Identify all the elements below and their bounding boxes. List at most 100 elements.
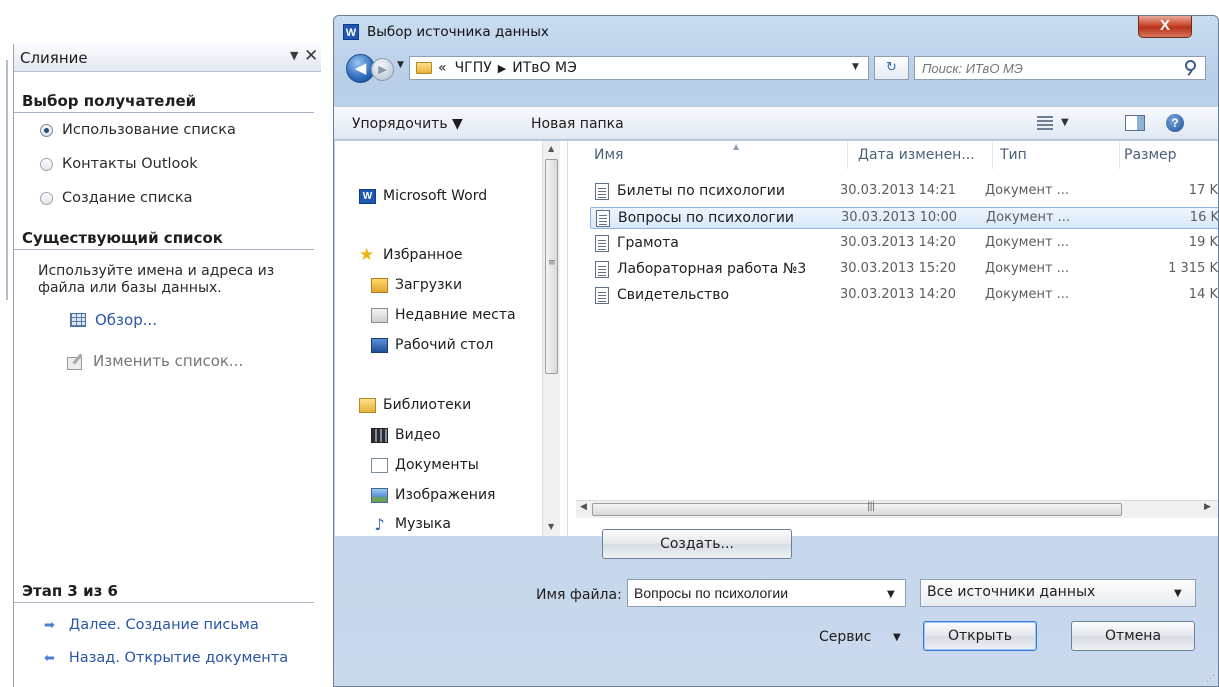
scroll-up-icon[interactable]: ▲ <box>548 144 554 153</box>
document-icon <box>596 210 610 227</box>
video-icon <box>371 427 388 443</box>
navigation-bar: ◀ ▶ ▼ « ЧГПУ ▶ ИТвО МЭ ▼ ↻ <box>334 47 1218 89</box>
table-icon <box>70 313 86 327</box>
word-icon: W <box>359 188 376 204</box>
nav-item-recent-places[interactable]: Недавние места <box>371 307 516 323</box>
command-bar: Упорядочить ▼ Новая папка ▼ ? <box>334 106 1218 140</box>
column-header-size[interactable]: Размер <box>1124 141 1218 169</box>
column-header-type[interactable]: Тип <box>1000 141 1120 169</box>
scrollbar-grip-icon: ||| <box>867 501 875 512</box>
service-button[interactable]: Сервис <box>819 629 871 645</box>
dialog-title-bar[interactable]: W Выбор источника данных X <box>334 16 1218 47</box>
navigation-scrollbar[interactable]: ▲ ≡ ▼ <box>542 141 560 536</box>
previous-step-link[interactable]: ⬅ Назад. Открытие документа <box>44 650 288 666</box>
views-icon[interactable] <box>1037 116 1053 130</box>
resize-grip-icon[interactable]: ⋰ <box>1206 674 1216 684</box>
pane-splitter[interactable] <box>6 60 8 300</box>
nav-item-label: Рабочий стол <box>395 337 494 353</box>
radio-unselected-icon[interactable] <box>40 191 53 205</box>
file-type: Документ ... <box>985 261 1070 276</box>
document-icon <box>595 183 609 200</box>
navigation-pane: W Microsoft Word ★ Избранное Загрузки Не… <box>335 141 568 536</box>
open-button[interactable]: Открыть <box>923 621 1037 651</box>
column-header-date[interactable]: Дата изменен... <box>858 141 993 169</box>
pane-menu-icon[interactable]: ▼ <box>290 49 298 62</box>
address-dropdown-icon[interactable]: ▼ <box>852 62 859 72</box>
filename-label: Имя файла: <box>536 587 622 603</box>
breadcrumb-separator-icon[interactable]: ▶ <box>498 62 506 75</box>
mail-merge-pane: Слияние ▼ ✕ Выбор получателей Использова… <box>13 44 321 687</box>
filename-input[interactable] <box>627 579 906 607</box>
previous-step-label: Назад. Открытие документа <box>68 650 289 666</box>
nav-item-label: Музыка <box>395 516 451 532</box>
nav-item-label: Избранное <box>383 247 463 263</box>
radio-create-list[interactable]: Создание списка <box>40 187 193 209</box>
cancel-button[interactable]: Отмена <box>1071 621 1195 651</box>
views-dropdown-icon[interactable]: ▼ <box>1061 117 1069 128</box>
next-step-label: Далее. Создание письма <box>68 617 259 633</box>
section-existing-list: Существующий список <box>14 229 314 250</box>
create-button[interactable]: Создать... <box>602 529 792 559</box>
word-app-icon: W <box>343 24 359 40</box>
filename-dropdown-icon[interactable]: ▼ <box>887 589 895 600</box>
scrollbar-grip-icon: ≡ <box>548 258 556 268</box>
table-row-selected[interactable]: Вопросы по психологии 30.03.2013 10:00 Д… <box>590 207 1218 229</box>
nav-item-documents[interactable]: Документы <box>371 457 479 473</box>
nav-item-video[interactable]: Видео <box>371 427 441 443</box>
file-type: Документ ... <box>985 287 1070 302</box>
forward-button[interactable]: ▶ <box>371 58 394 81</box>
column-header-name[interactable]: Имя ▲ <box>594 141 848 169</box>
document-icon <box>595 235 609 252</box>
nav-item-music[interactable]: ♪ Музыка <box>371 516 451 532</box>
service-dropdown-icon[interactable]: ▼ <box>893 632 901 643</box>
documents-icon <box>371 457 388 473</box>
help-icon[interactable]: ? <box>1166 114 1184 132</box>
browse-link[interactable]: Обзор... <box>70 311 157 329</box>
folder-icon <box>416 62 432 74</box>
new-folder-button[interactable]: Новая папка <box>531 116 624 132</box>
document-icon <box>595 287 609 304</box>
next-step-link[interactable]: ➡ Далее. Создание письма <box>44 617 259 633</box>
nav-item-favorites[interactable]: ★ Избранное <box>359 246 463 263</box>
horizontal-scrollbar[interactable]: ◀ ||| ▶ <box>576 500 1218 518</box>
file-type-dropdown-icon[interactable]: ▼ <box>1174 588 1182 599</box>
nav-item-images[interactable]: Изображения <box>371 487 495 503</box>
preview-pane-icon[interactable] <box>1125 115 1145 131</box>
nav-item-desktop[interactable]: Рабочий стол <box>371 337 494 353</box>
file-date: 30.03.2013 14:20 <box>840 235 957 250</box>
scrollbar-thumb[interactable] <box>592 503 1122 516</box>
search-input[interactable] <box>914 56 1206 80</box>
breadcrumb-item[interactable]: ЧГПУ <box>455 60 492 76</box>
pane-close-icon[interactable]: ✕ <box>304 46 318 66</box>
organize-button[interactable]: Упорядочить ▼ <box>352 116 463 132</box>
scroll-down-icon[interactable]: ▼ <box>548 522 554 531</box>
edit-list-icon <box>67 353 85 370</box>
dialog-title: Выбор источника данных <box>367 24 549 40</box>
table-row[interactable]: Билеты по психологии 30.03.2013 14:21 До… <box>590 181 1218 203</box>
nav-item-label: Изображения <box>395 487 496 503</box>
breadcrumb-item[interactable]: ИТвО МЭ <box>512 60 577 76</box>
scroll-left-icon[interactable]: ◀ <box>580 502 587 512</box>
refresh-button[interactable]: ↻ <box>874 56 909 80</box>
radio-outlook-contacts[interactable]: Контакты Outlook <box>40 153 198 175</box>
scroll-right-icon[interactable]: ▶ <box>1204 502 1211 512</box>
address-overflow[interactable]: « <box>438 60 447 76</box>
radio-label: Использование списка <box>62 122 236 138</box>
table-row[interactable]: Свидетельство 30.03.2013 14:20 Документ … <box>590 285 1218 307</box>
nav-item-microsoft-word[interactable]: W Microsoft Word <box>359 188 487 204</box>
address-bar[interactable]: « ЧГПУ ▶ ИТвО МЭ ▼ <box>409 56 869 80</box>
table-row[interactable]: Грамота 30.03.2013 14:20 Документ ... 19… <box>590 233 1218 255</box>
nav-item-downloads[interactable]: Загрузки <box>371 277 462 293</box>
radio-selected-icon[interactable] <box>40 123 53 137</box>
edit-list-link[interactable]: Изменить список... <box>67 352 243 370</box>
nav-item-libraries[interactable]: Библиотеки <box>359 397 471 413</box>
file-type-select[interactable]: Все источники данных ▼ <box>920 579 1196 607</box>
column-label: Имя <box>594 147 624 163</box>
history-dropdown-icon[interactable]: ▼ <box>397 60 404 70</box>
radio-unselected-icon[interactable] <box>40 157 53 171</box>
dialog-close-button[interactable]: X <box>1138 16 1192 38</box>
radio-use-list[interactable]: Использование списка <box>40 119 236 141</box>
file-name: Свидетельство <box>617 287 730 303</box>
search-icon[interactable] <box>1185 60 1196 71</box>
table-row[interactable]: Лабораторная работа №3 30.03.2013 15:20 … <box>590 259 1218 281</box>
